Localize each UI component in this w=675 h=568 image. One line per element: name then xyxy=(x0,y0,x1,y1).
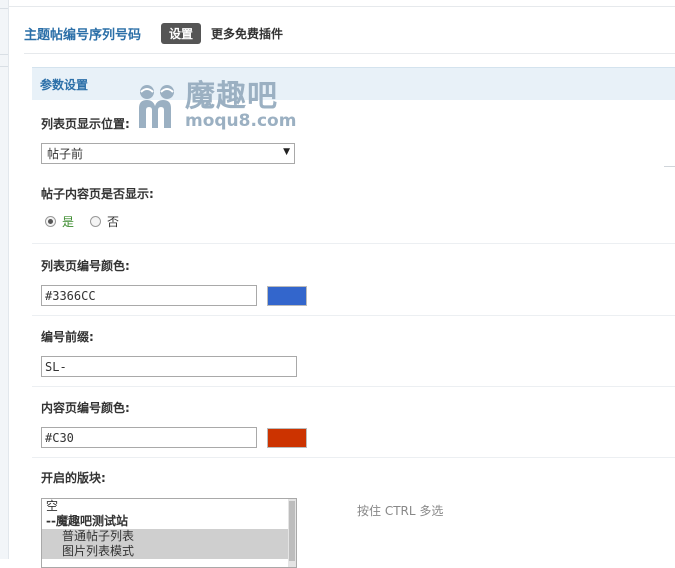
row-divider xyxy=(32,243,675,244)
left-strip-divider xyxy=(0,54,8,55)
list-item[interactable]: 图片列表模式 xyxy=(42,544,296,559)
top-divider xyxy=(8,6,675,7)
watermark-domain: moqu8.com xyxy=(185,110,297,131)
scrollbar-thumb[interactable] xyxy=(289,501,295,561)
content-color-input[interactable]: #C30 xyxy=(41,427,257,448)
radio-no-label: 否 xyxy=(107,215,120,229)
left-strip-divider xyxy=(0,8,8,9)
prefix-input[interactable]: SL- xyxy=(41,356,297,377)
list-color-swatch[interactable] xyxy=(267,286,307,306)
list-item[interactable]: 普通帖子列表 xyxy=(42,529,296,544)
prefix-label: 编号前缀: xyxy=(41,330,94,344)
list-item[interactable]: 空 xyxy=(42,499,296,514)
dropdown-arrow-icon: ▼ xyxy=(283,147,290,157)
row-divider xyxy=(32,386,675,387)
section-header: 参数设置 xyxy=(32,67,675,100)
plugin-title: 主题帖编号序列号码 xyxy=(24,27,142,43)
watermark: 魔趣吧 moqu8.com xyxy=(137,78,302,133)
row-divider xyxy=(32,315,675,316)
list-position-label: 列表页显示位置: xyxy=(41,117,130,131)
watermark-logo-icon xyxy=(139,84,174,128)
content-display-radios: 是 否 xyxy=(45,213,119,230)
forums-label: 开启的版块: xyxy=(41,471,106,485)
watermark-brand: 魔趣吧 xyxy=(185,78,278,114)
tab-settings[interactable]: 设置 xyxy=(161,22,202,44)
section-title: 参数设置 xyxy=(40,77,89,92)
plugin-header: 主题帖编号序列号码 设置 更多免费插件 xyxy=(24,22,283,44)
row-divider xyxy=(32,457,675,458)
list-color-input[interactable]: #3366CC xyxy=(41,285,257,306)
list-item[interactable]: --魔趣吧测试站 xyxy=(42,514,296,529)
content-color-label: 内容页编号颜色: xyxy=(41,401,130,415)
radio-no[interactable] xyxy=(90,216,102,227)
left-strip xyxy=(0,0,9,559)
content-color-swatch[interactable] xyxy=(267,428,307,448)
listbox-scrollbar[interactable] xyxy=(288,499,296,567)
forums-listbox[interactable]: 空 --魔趣吧测试站 普通帖子列表 图片列表模式 xyxy=(41,498,297,568)
radio-yes-label: 是 xyxy=(62,215,75,229)
row-divider xyxy=(664,166,675,167)
list-position-value: 帖子前 xyxy=(47,147,84,161)
header-divider xyxy=(24,53,675,54)
left-strip-divider xyxy=(0,66,8,67)
multi-select-hint: 按住 CTRL 多选 xyxy=(357,504,444,518)
content-display-label: 帖子内容页是否显示: xyxy=(41,187,154,201)
radio-yes[interactable] xyxy=(45,216,56,227)
list-position-select[interactable]: 帖子前 ▼ xyxy=(41,143,295,164)
list-color-label: 列表页编号颜色: xyxy=(41,259,130,273)
tab-more-plugins[interactable]: 更多免费插件 xyxy=(211,25,283,42)
